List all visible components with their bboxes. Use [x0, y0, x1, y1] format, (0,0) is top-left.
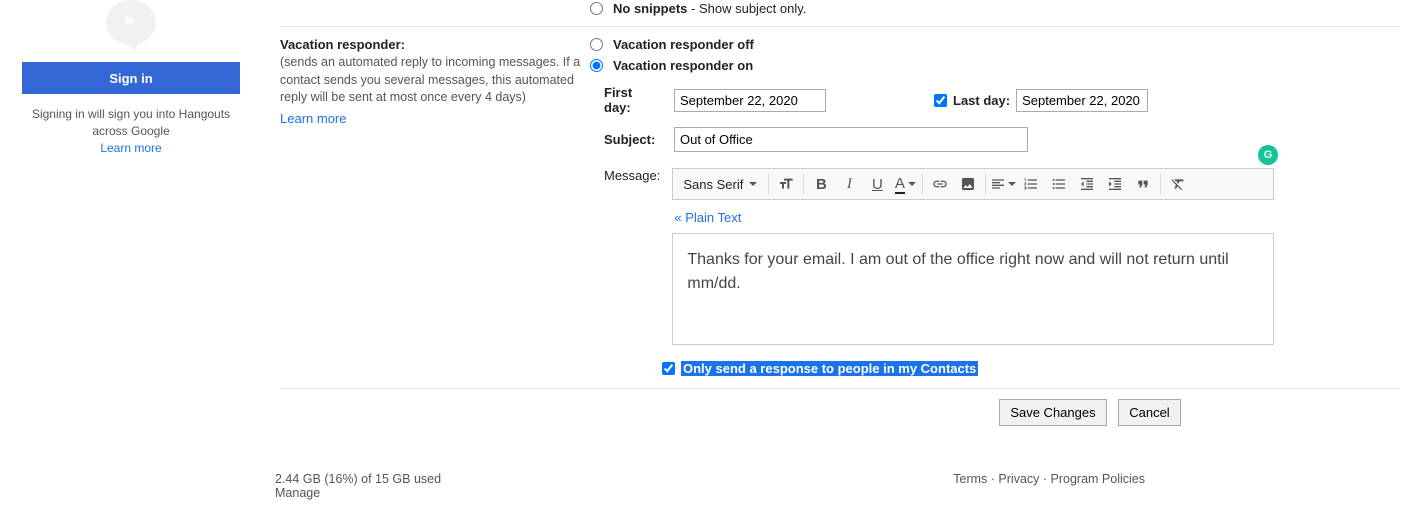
hangouts-learn-more-link[interactable]: Learn more: [100, 141, 161, 155]
remove-formatting-button[interactable]: [1164, 170, 1192, 198]
date-range-row: First day: Last day:: [604, 85, 1400, 115]
subject-label: Subject:: [604, 132, 662, 147]
caret-down-icon: [1008, 182, 1016, 186]
no-snippets-description: - Show subject only.: [687, 1, 806, 16]
vacation-settings-column: Vacation responder off Vacation responde…: [590, 37, 1400, 376]
italic-button[interactable]: I: [835, 170, 863, 198]
storage-usage-text: 2.44 GB (16%) of 15 GB used: [275, 472, 441, 486]
indent-more-button[interactable]: [1101, 170, 1129, 198]
footer: 2.44 GB (16%) of 15 GB used Manage Terms…: [275, 472, 1145, 500]
contacts-only-row: Only send a response to people in my Con…: [662, 361, 1400, 376]
vacation-off-radio[interactable]: [590, 38, 603, 51]
last-day-input[interactable]: [1016, 89, 1148, 112]
bold-button[interactable]: B: [807, 170, 835, 198]
align-button[interactable]: [989, 170, 1017, 198]
caret-down-icon: [908, 182, 916, 186]
vacation-on-label: Vacation responder on: [613, 58, 753, 73]
vacation-off-label: Vacation responder off: [613, 37, 754, 52]
vacation-description-column: Vacation responder: (sends an automated …: [280, 37, 590, 376]
text-color-button[interactable]: A: [891, 170, 919, 198]
terms-link[interactable]: Terms: [953, 472, 987, 486]
last-day-label: Last day:: [953, 93, 1010, 108]
footer-links: Terms · Privacy · Program Policies: [953, 472, 1145, 500]
underline-button[interactable]: U: [863, 170, 891, 198]
indent-less-button[interactable]: [1073, 170, 1101, 198]
link-button[interactable]: [926, 170, 954, 198]
numbered-list-button[interactable]: [1017, 170, 1045, 198]
manage-storage-link[interactable]: Manage: [275, 486, 320, 500]
subject-input[interactable]: [674, 127, 1028, 152]
message-label: Message:: [604, 168, 660, 183]
save-changes-button[interactable]: Save Changes: [999, 399, 1106, 426]
message-row: Message: Sans Serif B I U A: [604, 168, 1400, 345]
hangouts-icon: ❝: [106, 0, 156, 50]
vacation-responder-section: Vacation responder: (sends an automated …: [280, 37, 1400, 376]
font-family-dropdown[interactable]: Sans Serif: [675, 177, 765, 192]
subject-row: Subject:: [604, 127, 1400, 152]
vacation-on-radio[interactable]: [590, 59, 603, 72]
signin-description: Signing in will sign you into Hangouts a…: [22, 106, 240, 140]
signin-button[interactable]: Sign in: [22, 62, 240, 94]
settings-main: No snippets - Show subject only. Vacatio…: [280, 0, 1400, 426]
no-snippets-label: No snippets: [613, 1, 687, 16]
rich-text-toolbar: Sans Serif B I U A: [672, 168, 1274, 200]
section-divider: [280, 26, 1400, 27]
caret-down-icon: [749, 182, 757, 186]
program-policies-link[interactable]: Program Policies: [1051, 472, 1145, 486]
snippets-option-row: No snippets - Show subject only.: [590, 0, 1400, 26]
action-buttons-row: Save Changes Cancel: [280, 388, 1400, 426]
contacts-only-label: Only send a response to people in my Con…: [681, 361, 978, 376]
vacation-title: Vacation responder:: [280, 37, 590, 52]
hangouts-sidebar: ❝ Sign in Signing in will sign you into …: [22, 0, 240, 155]
grammarly-badge-icon[interactable]: G: [1258, 145, 1278, 165]
bullet-list-button[interactable]: [1045, 170, 1073, 198]
privacy-link[interactable]: Privacy: [998, 472, 1039, 486]
image-button[interactable]: [954, 170, 982, 198]
font-size-button[interactable]: [772, 170, 800, 198]
quote-button[interactable]: [1129, 170, 1157, 198]
vacation-description: (sends an automated reply to incoming me…: [280, 54, 590, 107]
vacation-learn-more-link[interactable]: Learn more: [280, 111, 346, 126]
contacts-only-checkbox[interactable]: [662, 362, 675, 375]
plain-text-link[interactable]: « Plain Text: [674, 210, 1274, 225]
message-body-editor[interactable]: Thanks for your email. I am out of the o…: [672, 233, 1274, 345]
first-day-label: First day:: [604, 85, 662, 115]
cancel-button[interactable]: Cancel: [1118, 399, 1180, 426]
last-day-checkbox[interactable]: [934, 94, 947, 107]
first-day-input[interactable]: [674, 89, 826, 112]
no-snippets-radio[interactable]: [590, 2, 603, 15]
